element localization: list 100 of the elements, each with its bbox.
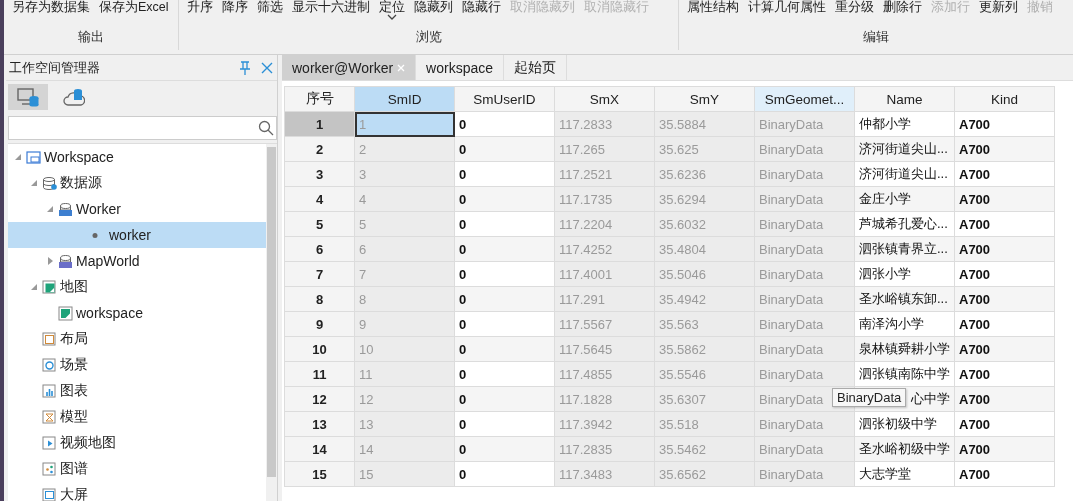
- table-cell: 117.5567: [554, 311, 655, 337]
- table-cell: A700: [954, 111, 1055, 137]
- table-cell: 0: [454, 286, 555, 312]
- tree-item[interactable]: Worker: [8, 196, 266, 222]
- table-cell: A700: [954, 261, 1055, 287]
- row-header[interactable]: 11: [284, 361, 355, 387]
- row-header[interactable]: 5: [284, 211, 355, 237]
- toolbar-button[interactable]: 保存为Excel: [99, 0, 169, 14]
- globe-icon: [42, 357, 57, 373]
- computer-database-icon: [17, 87, 39, 107]
- source-tab[interactable]: [8, 84, 48, 110]
- toolbar-button[interactable]: 升序: [187, 0, 213, 14]
- table-cell: 济河街道尖山...: [854, 161, 955, 187]
- layout-icon: [42, 331, 57, 347]
- tooltip: BinaryData: [832, 388, 907, 407]
- row-header[interactable]: 3: [284, 161, 355, 187]
- table-cell: A700: [954, 236, 1055, 262]
- table-cell: BinaryData: [754, 461, 855, 487]
- expanded-arrow-icon[interactable]: [14, 153, 22, 161]
- tree-item[interactable]: 视频地图: [8, 430, 266, 456]
- tree-item[interactable]: 大屏: [8, 482, 266, 501]
- toolbar-button[interactable]: 定位: [379, 0, 405, 21]
- row-header[interactable]: 1: [284, 111, 355, 137]
- table-cell: A700: [954, 286, 1055, 312]
- tree-item[interactable]: worker: [8, 222, 266, 248]
- table-cell: 117.265: [554, 136, 655, 162]
- column-header[interactable]: SmX: [554, 86, 655, 112]
- table-cell: A700: [954, 386, 1055, 412]
- row-header[interactable]: 4: [284, 186, 355, 212]
- tree-item[interactable]: 场景: [8, 352, 266, 378]
- table-cell: BinaryData: [754, 411, 855, 437]
- toolbar-button[interactable]: 筛选: [257, 0, 283, 14]
- table-cell: 5: [354, 211, 455, 237]
- column-header[interactable]: SmID: [354, 86, 455, 112]
- expanded-arrow-icon[interactable]: [30, 179, 38, 187]
- toolbar-button[interactable]: 另存为数据集: [12, 0, 90, 14]
- table-cell: BinaryData: [754, 311, 855, 337]
- toolbar-button[interactable]: 属性结构: [687, 0, 739, 14]
- expanded-arrow-icon[interactable]: [46, 205, 54, 213]
- table-cell: 0: [454, 336, 555, 362]
- close-icon[interactable]: [397, 63, 406, 72]
- table-cell: 0: [454, 386, 555, 412]
- row-header[interactable]: 12: [284, 386, 355, 412]
- table-cell: 0: [454, 161, 555, 187]
- toolbar-button[interactable]: 隐藏列: [414, 0, 453, 14]
- row-header[interactable]: 9: [284, 311, 355, 337]
- toolbar-button[interactable]: 删除行: [883, 0, 922, 14]
- column-header[interactable]: Kind: [954, 86, 1055, 112]
- table-cell: 0: [454, 211, 555, 237]
- table-cell: 35.4942: [654, 286, 755, 312]
- document-tab[interactable]: worker@Worker: [282, 55, 417, 80]
- row-header[interactable]: 7: [284, 261, 355, 287]
- tree-item[interactable]: workspace: [8, 300, 266, 326]
- toolbar-button[interactable]: 计算几何属性: [748, 0, 826, 14]
- tree-item[interactable]: MapWorld: [8, 248, 266, 274]
- column-header[interactable]: SmUserID: [454, 86, 555, 112]
- table-cell: 济河街道尖山...: [854, 136, 955, 162]
- tree-item[interactable]: 地图: [8, 274, 266, 300]
- row-header[interactable]: 8: [284, 286, 355, 312]
- row-header[interactable]: 10: [284, 336, 355, 362]
- toolbar-button[interactable]: 更新列: [979, 0, 1018, 14]
- table-cell: BinaryData: [754, 436, 855, 462]
- table-cell: 10: [354, 336, 455, 362]
- table-cell: 0: [454, 461, 555, 487]
- window-icon: [26, 149, 41, 165]
- collapsed-arrow-icon[interactable]: [46, 257, 54, 265]
- toolbar-button[interactable]: 降序: [222, 0, 248, 14]
- row-header[interactable]: 2: [284, 136, 355, 162]
- table-cell: 泗张镇青界立...: [854, 236, 955, 262]
- expanded-arrow-icon[interactable]: [30, 283, 38, 291]
- table-cell: 35.563: [654, 311, 755, 337]
- table-cell: BinaryData: [754, 211, 855, 237]
- toolbar-button[interactable]: 显示十六进制: [292, 0, 370, 14]
- table-cell: 南泽沟小学: [854, 311, 955, 337]
- database-icon: [42, 175, 57, 191]
- table-cell: 7: [354, 261, 455, 287]
- column-header[interactable]: Name: [854, 86, 955, 112]
- table-cell: A700: [954, 211, 1055, 237]
- tree-item[interactable]: 图谱: [8, 456, 266, 482]
- table-cell: 3: [354, 161, 455, 187]
- column-header[interactable]: 序号: [284, 86, 355, 112]
- row-header[interactable]: 15: [284, 461, 355, 487]
- tree-item[interactable]: 数据源: [8, 170, 266, 196]
- column-header[interactable]: SmY: [654, 86, 755, 112]
- table-cell: 0: [454, 311, 555, 337]
- row-header[interactable]: 6: [284, 236, 355, 262]
- search-icon: [258, 120, 274, 136]
- column-header[interactable]: SmGeomet...: [754, 86, 855, 112]
- table-cell: 35.5884: [654, 111, 755, 137]
- row-header[interactable]: 14: [284, 436, 355, 462]
- row-header[interactable]: 13: [284, 411, 355, 437]
- search-field[interactable]: [8, 116, 277, 140]
- tree-item[interactable]: 布局: [8, 326, 266, 352]
- tree-item[interactable]: 图表: [8, 378, 266, 404]
- scrollbar-thumb[interactable]: [267, 147, 276, 477]
- toolbar-button[interactable]: 隐藏行: [462, 0, 501, 14]
- toolbar-button[interactable]: 重分级: [835, 0, 874, 14]
- table-cell: A700: [954, 336, 1055, 362]
- tree-item[interactable]: 模型: [8, 404, 266, 430]
- tree-item[interactable]: Workspace: [8, 144, 266, 170]
